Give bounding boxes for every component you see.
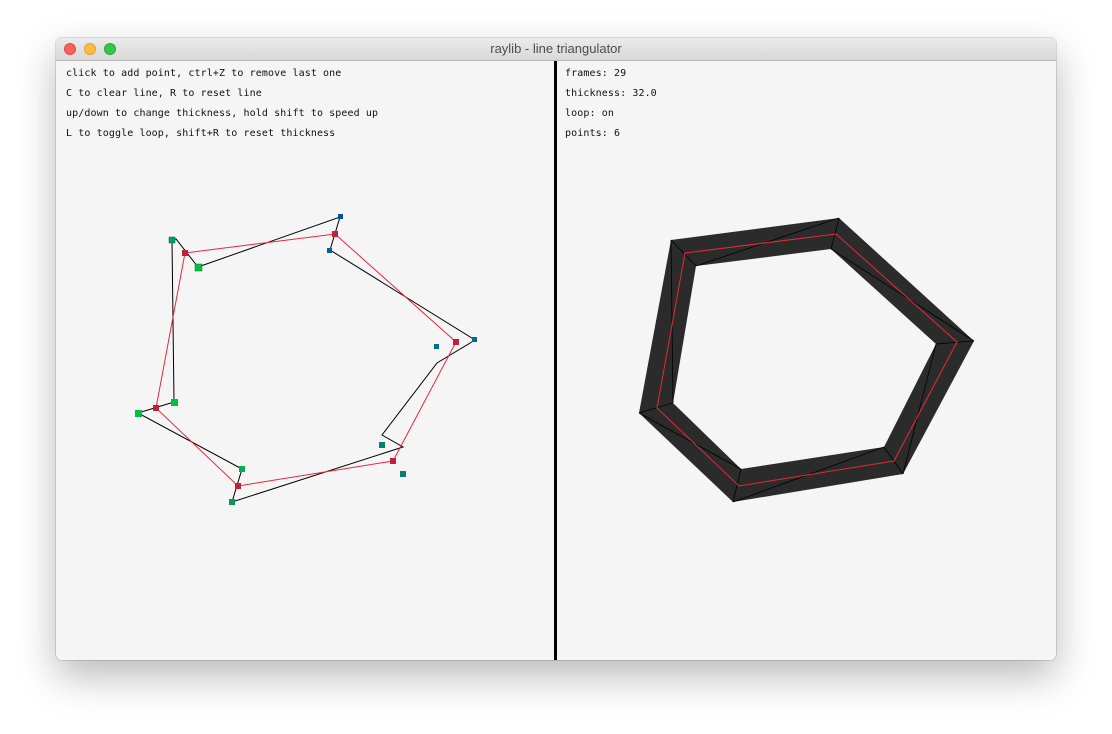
handle-point[interactable] — [168, 236, 176, 244]
handle-point[interactable] — [434, 344, 439, 349]
editor-canvas[interactable] — [56, 61, 554, 660]
control-point[interactable] — [332, 231, 338, 237]
mesh-edge — [830, 248, 975, 342]
center-line — [155, 233, 457, 487]
handle-point[interactable] — [171, 399, 178, 406]
handle-point[interactable] — [135, 410, 142, 417]
canvas-area[interactable]: click to add point, ctrl+Z to remove las… — [56, 61, 1056, 660]
title-bar[interactable]: raylib - line triangulator — [56, 38, 1056, 61]
control-point[interactable] — [182, 250, 188, 256]
handle-point[interactable] — [338, 214, 343, 219]
handle-point[interactable] — [327, 248, 332, 253]
control-point[interactable] — [153, 405, 159, 411]
handle-point[interactable] — [239, 466, 245, 472]
triangulated-mesh-canvas — [638, 217, 975, 503]
control-point[interactable] — [235, 483, 241, 489]
app-window: raylib - line triangulator click to add … — [56, 38, 1056, 660]
control-point[interactable] — [453, 339, 459, 345]
handle-point[interactable] — [379, 442, 385, 448]
control-point[interactable] — [390, 458, 396, 464]
handle-polyline — [136, 216, 476, 503]
mesh-fill — [639, 218, 974, 502]
handle-point[interactable] — [194, 263, 203, 272]
handle-point[interactable] — [400, 471, 406, 477]
handle-point[interactable] — [472, 337, 477, 342]
handle-point[interactable] — [229, 499, 235, 505]
editor-panel[interactable]: click to add point, ctrl+Z to remove las… — [56, 61, 554, 660]
handle-lines — [136, 216, 476, 503]
preview-panel: frames: 29 thickness: 32.0 loop: on poin… — [557, 61, 1056, 660]
window-title: raylib - line triangulator — [490, 41, 622, 56]
tangent-handles — [135, 214, 477, 505]
